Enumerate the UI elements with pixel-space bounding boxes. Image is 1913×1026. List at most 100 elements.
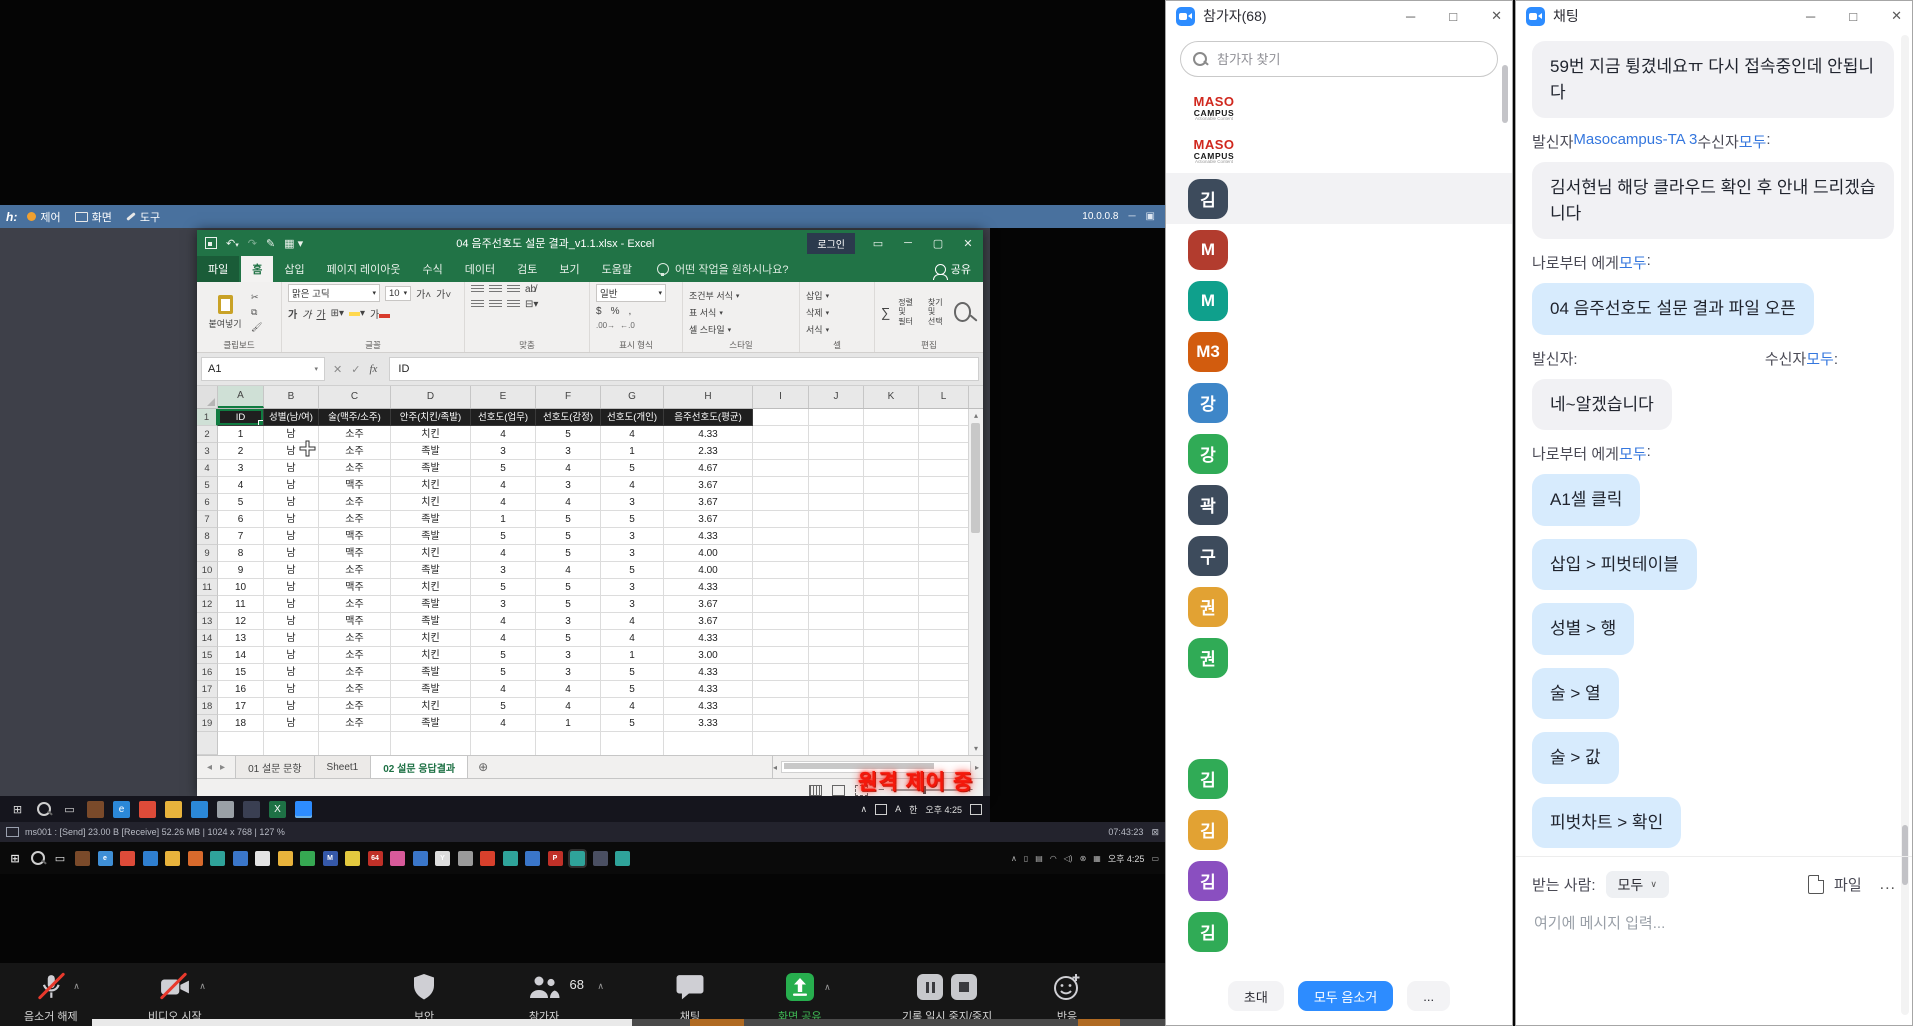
cell[interactable]: 치킨 [391, 698, 471, 715]
recipient-link[interactable]: 모두 [1619, 443, 1647, 464]
list-item[interactable]: M3 [1166, 326, 1512, 377]
cell[interactable]: 4 [601, 426, 664, 443]
cell[interactable]: 4.00 [664, 545, 753, 562]
cell[interactable]: 치킨 [391, 630, 471, 647]
cell[interactable] [809, 681, 864, 698]
app-icon[interactable] [390, 851, 405, 866]
cell[interactable]: 8 [218, 545, 264, 562]
cell[interactable]: 4 [471, 426, 536, 443]
cell[interactable]: 5 [601, 715, 664, 732]
app-icon[interactable] [570, 851, 585, 866]
cell[interactable]: 3 [601, 494, 664, 511]
cell[interactable] [809, 630, 864, 647]
underline-button[interactable]: 가 [316, 306, 325, 321]
menu-screen[interactable]: 화면 [75, 209, 112, 225]
list-item[interactable]: 구 [1166, 530, 1512, 581]
select-all-corner[interactable] [197, 386, 218, 408]
cell[interactable]: 선호도(업무) [471, 409, 536, 426]
participants-scroll-thumb[interactable] [1502, 65, 1508, 123]
excel-restore-button[interactable]: ▢ [923, 237, 953, 250]
row-number[interactable]: 11 [197, 579, 218, 596]
cell[interactable]: 소주 [319, 596, 391, 613]
cell[interactable]: 4 [218, 477, 264, 494]
cell[interactable]: 5 [536, 630, 601, 647]
cell[interactable] [753, 681, 809, 698]
cell[interactable] [753, 596, 809, 613]
increase-decimal-icon[interactable]: .00→ [596, 321, 615, 330]
cell[interactable]: 족발 [391, 528, 471, 545]
cell[interactable]: 족발 [391, 715, 471, 732]
cell[interactable]: 소주 [319, 494, 391, 511]
cell[interactable]: 6 [218, 511, 264, 528]
cell[interactable]: 4 [601, 630, 664, 647]
cell[interactable]: 5 [471, 579, 536, 596]
cell[interactable]: 4.67 [664, 460, 753, 477]
video-options-caret[interactable]: ∧ [199, 981, 206, 992]
participants-minimize-button[interactable]: ─ [1406, 9, 1415, 24]
cell[interactable]: 3 [601, 528, 664, 545]
qat-customize-icon[interactable]: ▦ ▾ [284, 237, 303, 250]
cell[interactable]: 5 [601, 511, 664, 528]
cell[interactable] [809, 545, 864, 562]
tray-ime-icon[interactable]: ▦ [1093, 854, 1101, 863]
tray-link-icon[interactable]: ⊗ [1080, 854, 1087, 863]
cell[interactable]: 남 [264, 647, 319, 664]
cell[interactable]: 남 [264, 664, 319, 681]
ribbon-options-icon[interactable]: ▭ [863, 237, 893, 250]
cell[interactable]: 3.67 [664, 613, 753, 630]
tab-보기[interactable]: 보기 [548, 256, 590, 282]
cell[interactable]: 2.33 [664, 443, 753, 460]
list-item[interactable]: 권 [1166, 581, 1512, 632]
column-header-F[interactable]: F [536, 386, 601, 408]
cell[interactable] [753, 715, 809, 732]
cell[interactable]: 4 [471, 613, 536, 630]
cell[interactable]: 족발 [391, 511, 471, 528]
app-icon[interactable]: 64 [368, 851, 383, 866]
app-icon[interactable] [165, 851, 180, 866]
recipient-link[interactable]: 모두 [1739, 131, 1767, 152]
cell[interactable] [809, 494, 864, 511]
notes-icon[interactable] [243, 801, 260, 818]
cell[interactable]: 5 [471, 664, 536, 681]
cell[interactable]: 4.33 [664, 698, 753, 715]
cell[interactable]: 16 [218, 681, 264, 698]
cell[interactable]: 치킨 [391, 426, 471, 443]
cell[interactable]: 남 [264, 494, 319, 511]
sheet-prev-icon[interactable]: ◂ [207, 762, 212, 773]
cell[interactable]: 3.33 [664, 715, 753, 732]
excel-close-button[interactable]: ✕ [953, 237, 983, 250]
cell[interactable] [753, 664, 809, 681]
share-button[interactable]: 공유 [935, 261, 971, 277]
touch-mode-icon[interactable]: ✎ [266, 237, 275, 250]
cell[interactable]: 4 [536, 562, 601, 579]
edge-icon[interactable]: e [113, 801, 130, 818]
cell[interactable]: 남 [264, 596, 319, 613]
cell[interactable]: 족발 [391, 562, 471, 579]
cell[interactable] [753, 647, 809, 664]
cell[interactable]: 소주 [319, 460, 391, 477]
cell[interactable] [919, 647, 969, 664]
cell[interactable]: 술(맥주/소주) [319, 409, 391, 426]
scroll-down-icon[interactable]: ▾ [969, 742, 983, 755]
cell[interactable]: 치킨 [391, 494, 471, 511]
list-item[interactable]: 강 [1166, 428, 1512, 479]
row-number[interactable]: 18 [197, 698, 218, 715]
cancel-entry-icon[interactable]: ✕ [333, 363, 342, 376]
cell[interactable]: 1 [536, 715, 601, 732]
align-top-icon[interactable] [471, 285, 484, 294]
session-close-icon[interactable]: ⊠ [1151, 827, 1159, 838]
copy-icon[interactable]: ⧉ [251, 307, 262, 318]
cell[interactable]: 맥주 [319, 545, 391, 562]
search-icon[interactable] [30, 851, 45, 866]
cell[interactable] [919, 715, 969, 732]
tray-chevron-icon[interactable]: ∧ [861, 804, 868, 815]
cell[interactable]: 5 [601, 460, 664, 477]
chat-button[interactable]: 채팅 [676, 971, 704, 1024]
cell[interactable]: 5 [536, 511, 601, 528]
column-header-J[interactable]: J [809, 386, 864, 408]
cell[interactable] [919, 579, 969, 596]
cell[interactable]: 남 [264, 715, 319, 732]
app-icon[interactable] [233, 851, 248, 866]
app-icon[interactable] [413, 851, 428, 866]
cell[interactable] [919, 664, 969, 681]
